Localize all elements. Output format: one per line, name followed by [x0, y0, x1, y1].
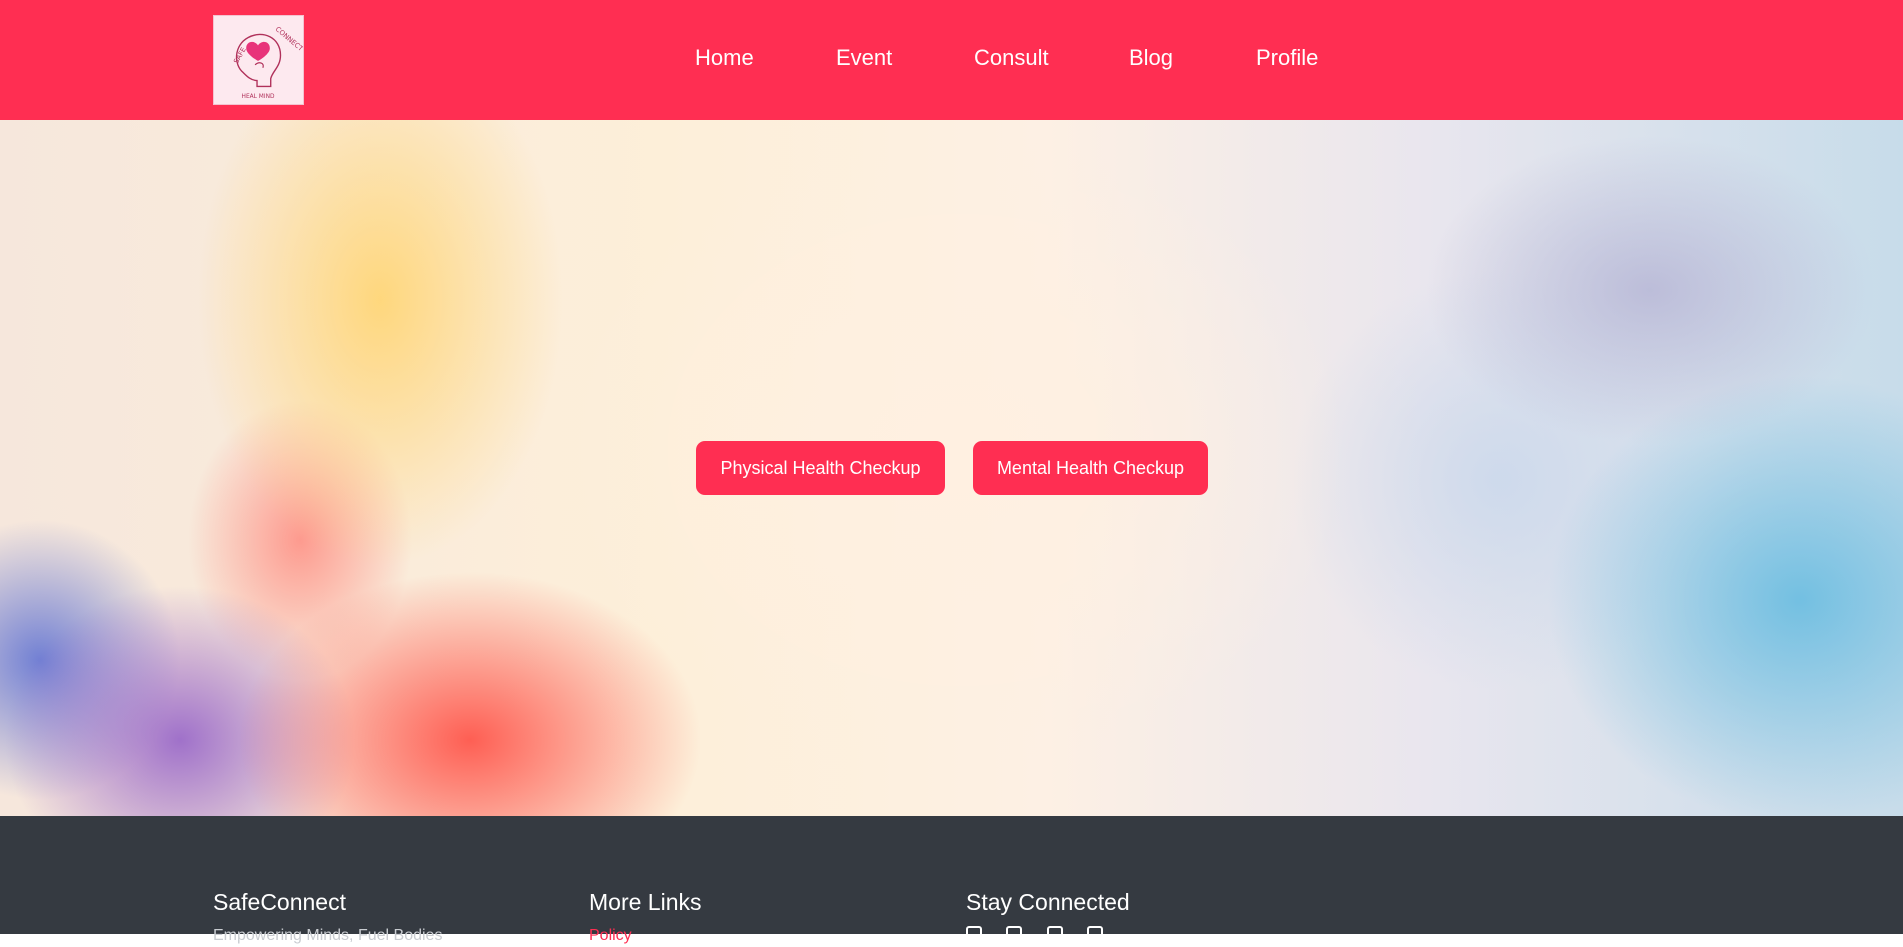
physical-health-checkup-button[interactable]: Physical Health Checkup: [696, 441, 945, 495]
instagram-icon[interactable]: [1046, 926, 1063, 942]
footer-more-links-heading: More Links: [589, 889, 702, 915]
nav-consult-link[interactable]: Consult: [974, 44, 1049, 72]
nav-profile-link[interactable]: Profile: [1256, 44, 1318, 72]
top-navbar: HEAL MIND SAFE CONNECT Home Event Consul…: [0, 0, 1903, 120]
twitter-icon[interactable]: [1006, 926, 1023, 942]
footer-brand-heading: SafeConnect: [213, 889, 346, 915]
site-footer: SafeConnect Empowering Minds, Fuel Bodie…: [0, 816, 1903, 944]
hero-section: Physical Health Checkup Mental Health Ch…: [0, 120, 1903, 816]
nav-event-link[interactable]: Event: [836, 44, 892, 72]
facebook-icon[interactable]: [966, 926, 982, 942]
footer-stay-connected-heading: Stay Connected: [966, 889, 1130, 915]
social-icons: [966, 926, 1123, 946]
footer-tagline: Empowering Minds, Fuel Bodies: [213, 927, 443, 944]
nav-home-link[interactable]: Home: [695, 44, 754, 72]
main-nav: Home Event Consult Blog Profile: [0, 0, 1903, 120]
footer-policy-link[interactable]: Policy: [589, 926, 632, 946]
nav-blog-link[interactable]: Blog: [1129, 44, 1173, 72]
email-icon[interactable]: [1087, 926, 1104, 942]
mental-health-checkup-button[interactable]: Mental Health Checkup: [973, 441, 1208, 495]
